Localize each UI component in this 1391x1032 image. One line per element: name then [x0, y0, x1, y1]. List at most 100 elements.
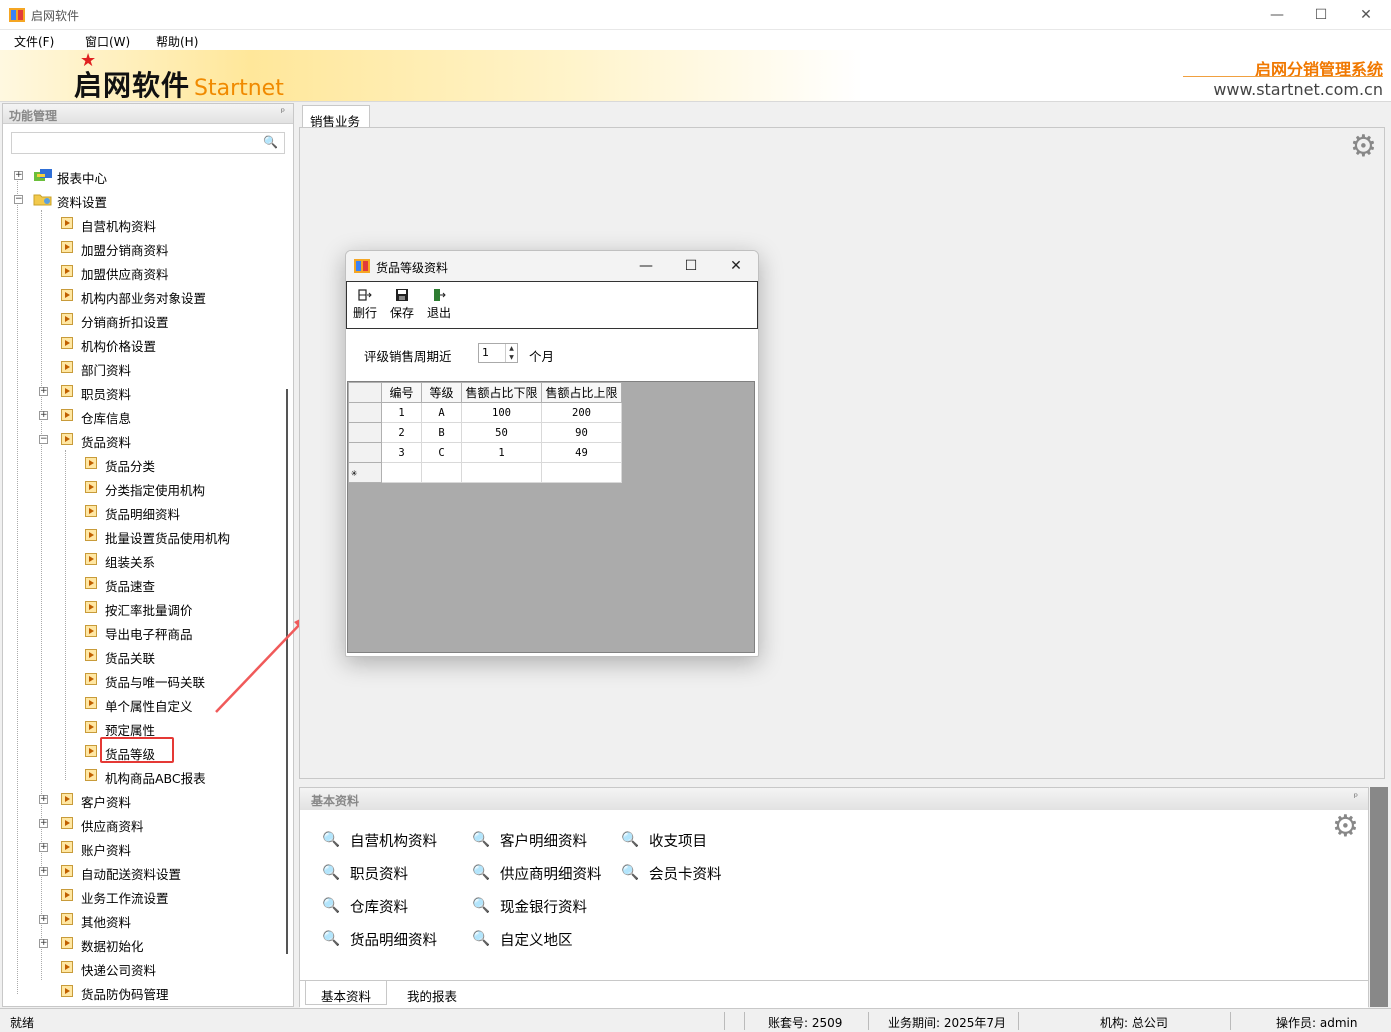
- cell-id[interactable]: 3: [381, 442, 422, 463]
- menu-bar: 文件(F) 窗口(W) 帮助(H): [0, 30, 1391, 50]
- col-header-upper[interactable]: 售额占比上限: [541, 382, 622, 403]
- col-header-id[interactable]: 编号: [381, 382, 422, 403]
- function-search-input[interactable]: [12, 133, 258, 153]
- cell-grade[interactable]: C: [421, 442, 462, 463]
- menu-file[interactable]: 文件(F): [14, 33, 54, 50]
- window-title: 启网软件: [31, 9, 80, 23]
- tree-node-label: 机构价格设置: [81, 339, 157, 354]
- window-titlebar: 启网软件 — ☐ ✕: [0, 0, 1391, 30]
- expand-icon[interactable]: +: [39, 795, 48, 804]
- folder-settings-icon: [33, 194, 52, 206]
- cell-lower[interactable]: 50: [461, 422, 542, 443]
- minimize-button[interactable]: —: [1262, 4, 1292, 26]
- cell-empty[interactable]: [381, 462, 422, 483]
- dialog-close-button[interactable]: ✕: [721, 255, 751, 277]
- folder-icon: [61, 313, 73, 325]
- pin-icon[interactable]: ᵖ: [1354, 792, 1358, 803]
- folder-icon: [61, 289, 73, 301]
- dialog-title: 货品等级资料: [376, 261, 449, 275]
- new-row[interactable]: ✳: [348, 462, 622, 483]
- pin-icon[interactable]: ᵖ: [281, 107, 285, 118]
- table-row[interactable]: 2 B 50 90: [348, 422, 622, 443]
- tab-my-reports[interactable]: 我的报表: [392, 981, 472, 1005]
- menu-help[interactable]: 帮助(H): [156, 33, 198, 50]
- folder-icon: [61, 865, 73, 877]
- table-row[interactable]: 1 A 100 200: [348, 402, 622, 423]
- cell-lower[interactable]: 1: [461, 442, 542, 463]
- collapse-icon[interactable]: −: [39, 435, 48, 444]
- tab-basic-data[interactable]: 基本资料: [305, 981, 387, 1005]
- magnifier-icon: 🔍: [322, 931, 341, 947]
- bottom-scrollbar[interactable]: [1370, 787, 1388, 1007]
- expand-icon[interactable]: +: [39, 867, 48, 876]
- expand-icon[interactable]: +: [39, 819, 48, 828]
- folder-icon: [61, 337, 73, 349]
- folder-icon: [85, 529, 97, 541]
- cell-id[interactable]: 1: [381, 402, 422, 423]
- close-button[interactable]: ✕: [1351, 4, 1381, 26]
- app-icon: [354, 259, 370, 273]
- expand-icon[interactable]: +: [39, 939, 48, 948]
- dialog-minimize-button[interactable]: —: [631, 255, 661, 277]
- folder-icon: [61, 409, 73, 421]
- link-label: 供应商明细资料: [500, 867, 602, 883]
- folder-icon: [85, 601, 97, 613]
- highlight-goods-grade: [100, 737, 174, 763]
- col-header-grade[interactable]: 等级: [421, 382, 462, 403]
- new-row-marker[interactable]: ✳: [348, 462, 382, 483]
- folder-icon: [85, 553, 97, 565]
- menu-window[interactable]: 窗口(W): [85, 33, 130, 50]
- folder-icon: [61, 385, 73, 397]
- exit-label: 退出: [426, 306, 451, 320]
- cell-id[interactable]: 2: [381, 422, 422, 443]
- expand-icon[interactable]: +: [39, 915, 48, 924]
- tree-node-label: 导出电子秤商品: [105, 627, 193, 642]
- link-label: 仓库资料: [350, 900, 408, 916]
- function-tree: + 报表中心 − 资料设置 自营机构资料 加盟分销商资料 加盟供应商资料 机构内…: [3, 162, 283, 1002]
- maximize-button[interactable]: ☐: [1306, 4, 1336, 26]
- banner-divider: [1183, 76, 1383, 77]
- status-account: 账套号: 2509: [768, 1016, 843, 1030]
- tree-line: [41, 210, 42, 980]
- row-header[interactable]: [348, 402, 382, 423]
- cell-upper[interactable]: 49: [541, 442, 622, 463]
- expand-icon[interactable]: +: [39, 411, 48, 420]
- link-label: 自营机构资料: [350, 834, 437, 850]
- expand-icon[interactable]: +: [14, 171, 23, 180]
- cell-empty[interactable]: [541, 462, 622, 483]
- dialog-maximize-button[interactable]: ☐: [676, 255, 706, 277]
- report-icon: [34, 169, 52, 181]
- cell-empty[interactable]: [461, 462, 542, 483]
- folder-icon: [85, 769, 97, 781]
- gear-icon[interactable]: ⚙: [1332, 812, 1359, 842]
- tree-node-label: 数据初始化: [81, 939, 144, 954]
- folder-icon: [61, 433, 73, 445]
- col-header-lower[interactable]: 售额占比下限: [461, 382, 542, 403]
- save-button[interactable]: 保存: [387, 288, 417, 324]
- tab-sales-business[interactable]: 销售业务: [302, 105, 370, 129]
- period-value[interactable]: 1: [482, 346, 489, 359]
- table-row[interactable]: 3 C 1 49: [348, 442, 622, 463]
- function-search[interactable]: 🔍: [11, 132, 285, 154]
- expand-icon[interactable]: +: [39, 387, 48, 396]
- exit-button[interactable]: 退出: [424, 288, 454, 324]
- collapse-icon[interactable]: −: [14, 195, 23, 204]
- delete-row-button[interactable]: 删行: [350, 288, 380, 324]
- cell-grade[interactable]: B: [421, 422, 462, 443]
- cell-grade[interactable]: A: [421, 402, 462, 423]
- row-header[interactable]: [348, 442, 382, 463]
- goods-grade-dialog: 货品等级资料 — ☐ ✕ 删行 保存 退出 评级销售周期近 1 ▲ ▼ 个月 编…: [345, 250, 759, 657]
- cell-upper[interactable]: 200: [541, 402, 622, 423]
- cell-upper[interactable]: 90: [541, 422, 622, 443]
- gear-icon[interactable]: ⚙: [1350, 132, 1377, 162]
- period-stepper[interactable]: 1 ▲ ▼: [478, 343, 518, 363]
- search-icon[interactable]: 🔍: [263, 135, 278, 149]
- expand-icon[interactable]: +: [39, 843, 48, 852]
- row-header[interactable]: [348, 422, 382, 443]
- stepper-arrows[interactable]: ▲ ▼: [505, 344, 517, 362]
- folder-icon: [61, 361, 73, 373]
- cell-lower[interactable]: 100: [461, 402, 542, 423]
- delete-row-label: 删行: [352, 306, 377, 320]
- logo-text-en: Startnet: [194, 76, 284, 101]
- cell-empty[interactable]: [421, 462, 462, 483]
